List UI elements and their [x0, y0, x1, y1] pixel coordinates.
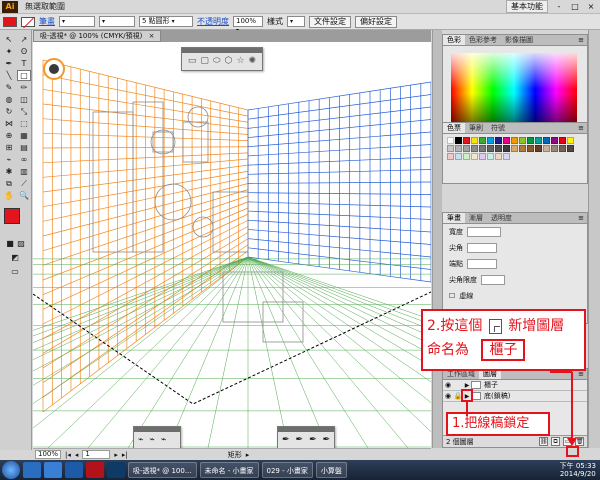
- photoshop-icon[interactable]: [107, 462, 125, 478]
- app-window: Ai 無選取範圍 基本功能 - □ × 筆畫 5 點圓形 不透明度 100% 樣…: [0, 0, 600, 480]
- start-button-icon[interactable]: [2, 461, 20, 479]
- annotation-arrows: [466, 371, 577, 446]
- flash-icon[interactable]: [86, 462, 104, 478]
- ie-icon[interactable]: [44, 462, 62, 478]
- taskbar-window-paint[interactable]: 未命名 - 小畫家: [199, 462, 259, 478]
- explorer-icon[interactable]: [23, 462, 41, 478]
- taskbar-window-illustrator[interactable]: 吸-透視* @ 100...: [128, 462, 197, 478]
- media-icon[interactable]: [65, 462, 83, 478]
- clock-date: 2014/9/20: [559, 470, 596, 478]
- taskbar-window-calculator[interactable]: 小算盤: [315, 462, 347, 478]
- system-clock[interactable]: 下午 05:33 2014/9/20: [560, 462, 600, 478]
- clock-time: 下午 05:33: [559, 462, 596, 470]
- windows-taskbar: 吸-透視* @ 100... 未命名 - 小畫家 029 - 小畫家 小算盤 下…: [0, 460, 600, 480]
- taskbar-window-paint2[interactable]: 029 - 小畫家: [261, 462, 313, 478]
